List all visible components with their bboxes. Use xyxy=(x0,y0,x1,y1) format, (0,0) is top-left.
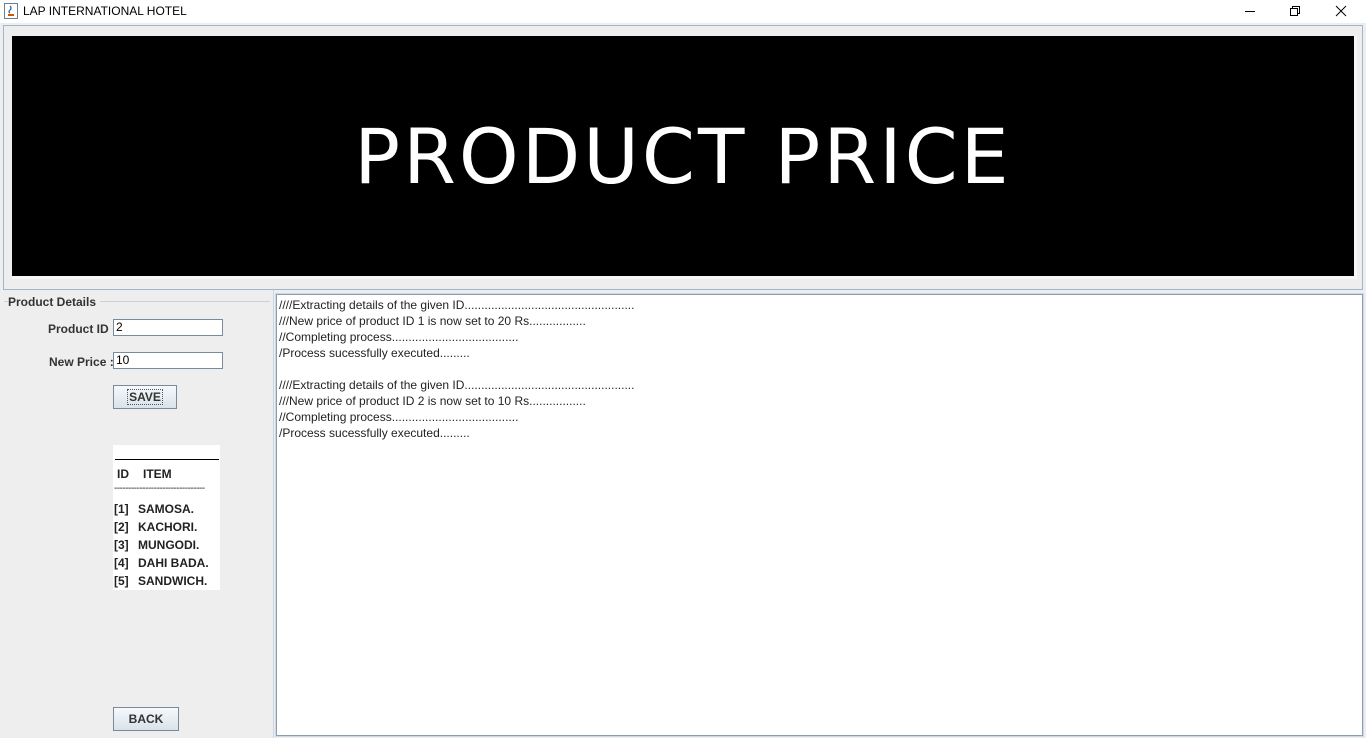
list-item: [3] MUNGODI. xyxy=(114,538,200,552)
list-separator: -------------------------------- xyxy=(114,483,205,494)
banner-title: PRODUCT PRICE xyxy=(354,112,1012,201)
log-line: //Completing process....................… xyxy=(279,330,519,344)
list-item: [5] SANDWICH. xyxy=(114,574,208,588)
close-icon xyxy=(1335,5,1347,17)
list-header-id: ID xyxy=(117,467,129,481)
new-price-field[interactable]: 10 xyxy=(113,352,223,369)
list-item: [2] KACHORI. xyxy=(114,520,198,534)
log-line: /Process sucessfully executed......... xyxy=(279,426,470,440)
save-button[interactable]: SAVE xyxy=(113,385,177,409)
list-rule xyxy=(115,459,219,460)
main-frame: PRODUCT PRICE Product Details Product ID… xyxy=(0,23,1366,738)
log-line: ///New price of product ID 2 is now set … xyxy=(279,394,586,408)
product-details-panel: Product Details Product ID : 2 New Price… xyxy=(0,290,274,738)
new-price-label: New Price : xyxy=(49,355,114,369)
banner-image: PRODUCT PRICE xyxy=(12,36,1357,279)
log-line: //Completing process....................… xyxy=(279,410,519,424)
log-line: ////Extracting details of the given ID..… xyxy=(279,298,635,312)
group-title: Product Details xyxy=(8,295,101,309)
back-button[interactable]: BACK xyxy=(113,707,179,731)
list-item: [4] DAHI BADA. xyxy=(114,556,209,570)
close-button[interactable] xyxy=(1318,0,1364,22)
list-header-item: ITEM xyxy=(143,467,172,481)
restore-button[interactable] xyxy=(1272,0,1318,22)
log-line: ////Extracting details of the given ID..… xyxy=(279,378,635,392)
java-app-icon xyxy=(4,3,18,19)
restore-icon xyxy=(1290,6,1300,16)
item-list: ID ITEM --------------------------------… xyxy=(113,445,220,590)
title-bar: LAP INTERNATIONAL HOTEL xyxy=(0,0,1366,23)
back-button-label: BACK xyxy=(128,712,164,726)
log-line: ///New price of product ID 1 is now set … xyxy=(279,314,586,328)
product-id-label: Product ID : xyxy=(48,322,116,336)
log-line: /Process sucessfully executed......... xyxy=(279,346,470,360)
banner-panel: PRODUCT PRICE xyxy=(3,25,1363,290)
minimize-button[interactable] xyxy=(1227,0,1273,22)
save-button-label: SAVE xyxy=(127,389,163,405)
product-id-field[interactable]: 2 xyxy=(113,319,223,336)
log-output-area[interactable]: ////Extracting details of the given ID..… xyxy=(275,293,1364,737)
minimize-icon xyxy=(1245,11,1255,12)
list-item: [1] SAMOSA. xyxy=(114,502,195,516)
window-title: LAP INTERNATIONAL HOTEL xyxy=(23,4,187,18)
